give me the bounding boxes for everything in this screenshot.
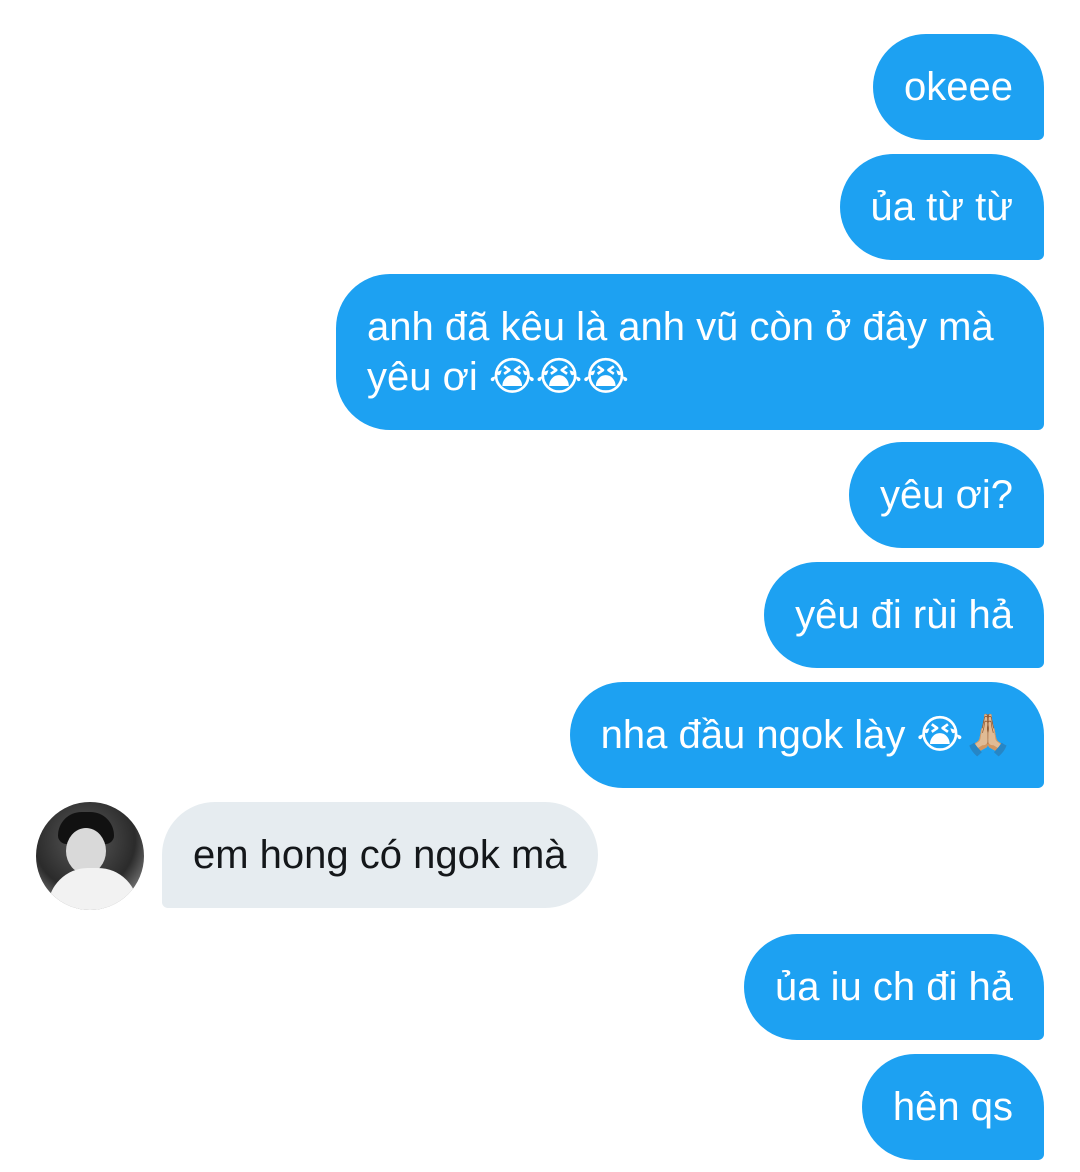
message-text-line-1: anh đã kêu là anh vũ còn ở đây mà [367,305,994,349]
message-text: ủa từ từ [870,185,1014,229]
message-bubble-outgoing[interactable]: hên qs [861,1054,1044,1160]
message-text: yêu ơi? [880,473,1013,517]
crying-and-praying-emoji-icon: 😭🙏🏼 [916,712,1013,758]
message-text-line-2: yêu ơi [367,355,478,399]
message-bubble-outgoing[interactable]: yêu đi rùi hả [764,562,1044,668]
message-text: nha đầu ngok lày [600,713,906,757]
message-text: hên qs [892,1085,1013,1129]
contact-avatar[interactable] [36,802,144,910]
crying-face-emoji-icon: 😭😭😭 [488,354,630,400]
message-bubble-incoming[interactable]: em hong có ngok mà [162,802,598,908]
message-bubble-outgoing[interactable]: nha đầu ngok lày 😭🙏🏼 [569,682,1044,788]
message-text: em hong có ngok mà [193,833,567,877]
message-text: yêu đi rùi hả [795,593,1013,637]
message-bubble-outgoing[interactable]: yêu ơi? [849,442,1044,548]
message-text: okeee [904,65,1013,109]
message-bubble-outgoing[interactable]: anh đã kêu là anh vũ còn ở đây mà yêu ơi… [336,274,1044,430]
message-bubble-outgoing[interactable]: ủa iu ch đi hả [744,934,1044,1040]
avatar-shirt-shape [48,868,138,910]
message-text: ủa iu ch đi hả [775,965,1013,1009]
message-bubble-outgoing[interactable]: ủa từ từ [839,154,1044,260]
message-thread: okeee ủa từ từ anh đã kêu là anh vũ còn … [0,0,1080,1172]
message-bubble-outgoing[interactable]: okeee [873,34,1044,140]
